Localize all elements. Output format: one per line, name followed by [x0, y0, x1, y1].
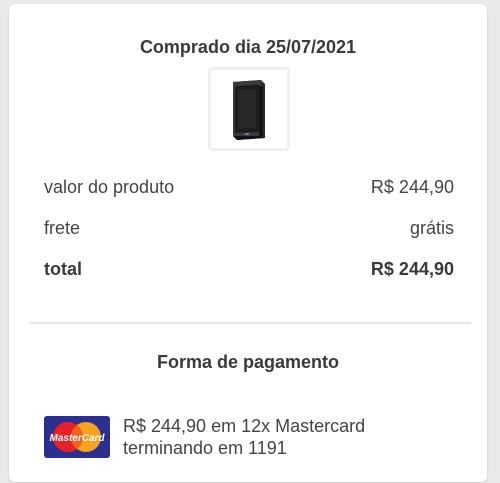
total-label: total — [44, 258, 82, 279]
mastercard-logo-icon: MasterCard — [44, 416, 110, 458]
shipping-value: grátis — [409, 217, 454, 238]
purchase-date-title: Comprado dia 25/07/2021 — [139, 37, 357, 57]
payment-method-title: Forma de pagamento — [156, 352, 340, 372]
total-value: R$ 244,90 — [370, 258, 454, 279]
section-divider — [29, 322, 471, 324]
purchase-card: Comprado dia 25/07/2021 valor do produto… — [9, 4, 487, 482]
product-value-row: valor do produto R$ 244,90 — [44, 175, 454, 199]
product-value-amount: R$ 244,90 — [370, 176, 454, 197]
mastercard-logo-text: MasterCard — [49, 433, 105, 444]
total-row: total R$ 244,90 — [44, 257, 454, 281]
shipping-label: frete — [44, 217, 81, 238]
pc-case-icon — [233, 80, 265, 140]
payment-line-installments: R$ 244,90 em 12x Mastercard — [123, 416, 366, 436]
payment-line-card-ending: terminando em 1191 — [123, 438, 287, 458]
product-thumbnail[interactable] — [208, 67, 290, 151]
product-value-label: valor do produto — [44, 176, 175, 197]
shipping-row: frete grátis — [44, 216, 454, 240]
payment-description: R$ 244,90 em 12x Mastercard terminando e… — [123, 415, 423, 459]
